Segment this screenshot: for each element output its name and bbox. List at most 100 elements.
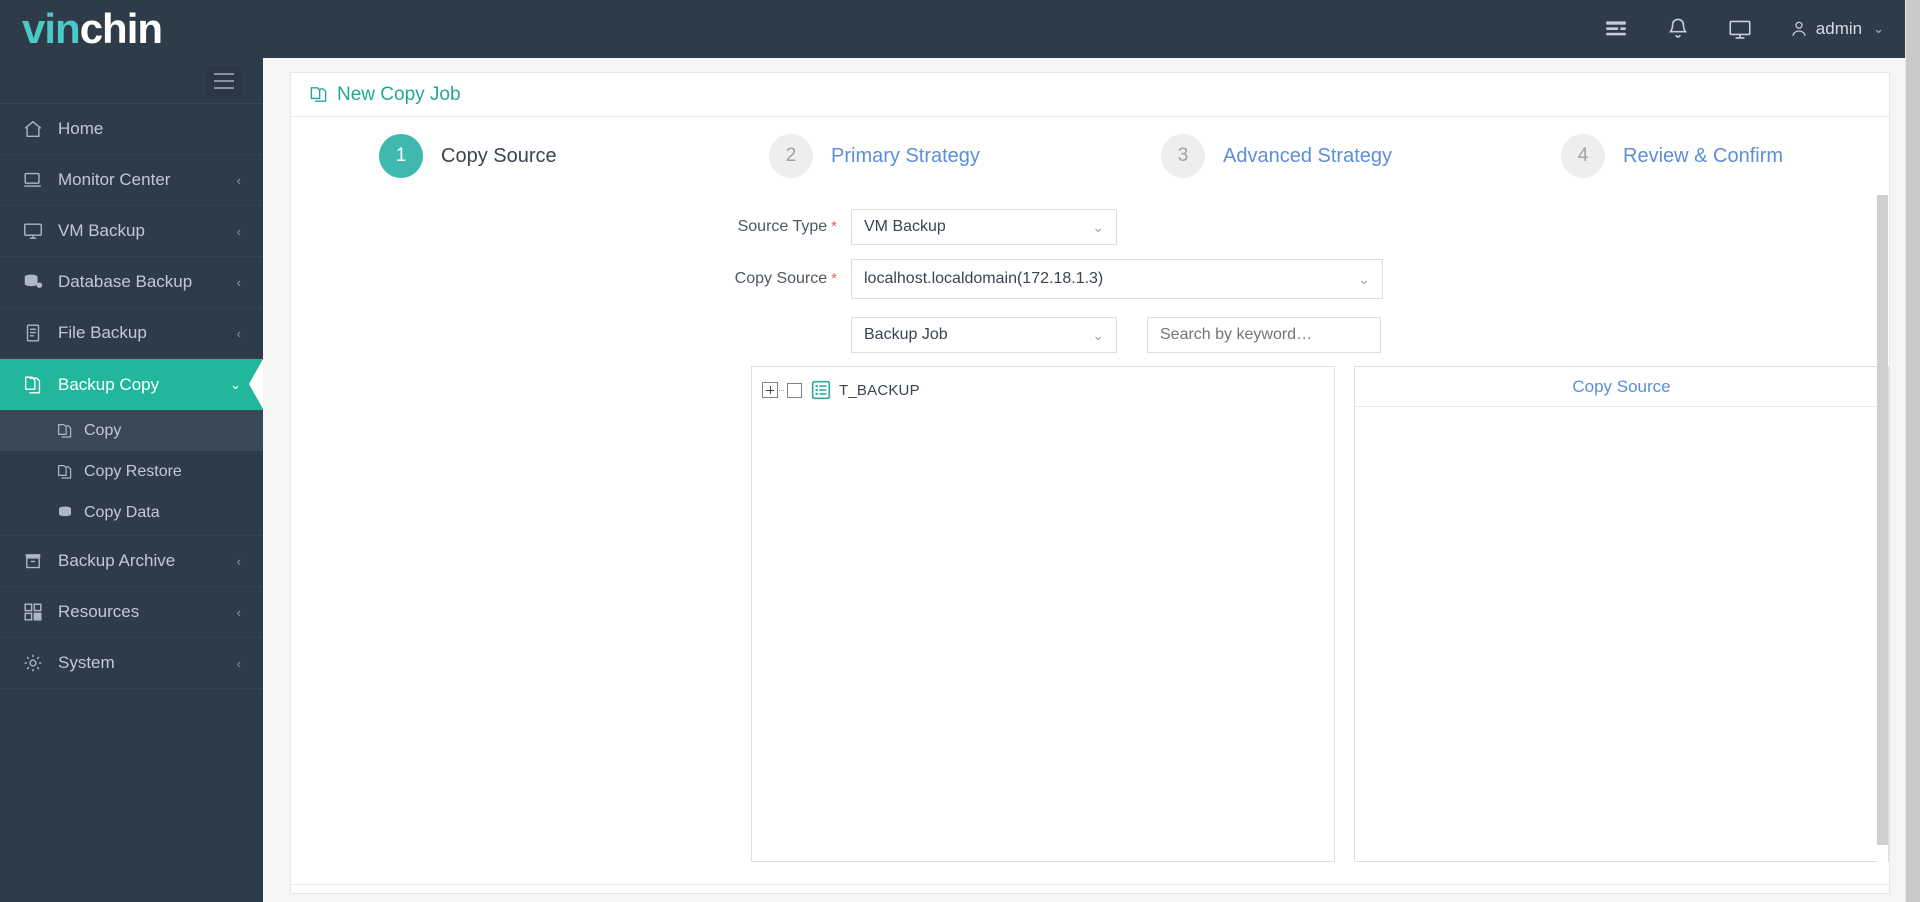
tree-node-label: T_BACKUP <box>839 381 920 399</box>
source-selection-panels: T_BACKUP Copy Source <box>751 366 1889 862</box>
sidebar-item-system[interactable]: System ‹ <box>0 638 263 689</box>
sidebar-item-label: Backup Copy <box>58 374 160 394</box>
sidebar-item-copy-data[interactable]: Copy Data <box>0 492 263 533</box>
step-label: Primary Strategy <box>831 144 980 167</box>
footer-divider <box>291 884 1889 885</box>
file-icon <box>22 322 44 344</box>
required-marker: * <box>831 270 837 287</box>
step-primary-strategy[interactable]: 2 Primary Strategy <box>769 134 1161 178</box>
wizard-stepper: 1 Copy Source 2 Primary Strategy 3 Advan… <box>291 117 1889 195</box>
sidebar-item-label: Backup Archive <box>58 551 176 570</box>
step-advanced-strategy[interactable]: 3 Advanced Strategy <box>1161 134 1561 178</box>
page-title: New Copy Job <box>291 73 1889 117</box>
sidebar-toggle-row <box>0 58 263 104</box>
copy-source-label-text: Copy Source <box>734 270 828 287</box>
chevron-left-icon: ‹ <box>236 553 241 569</box>
step-number: 3 <box>1161 134 1205 178</box>
source-type-label: Source Type * <box>291 218 851 236</box>
sidebar-item-monitor-center[interactable]: Monitor Center ‹ <box>0 155 263 206</box>
step-label: Advanced Strategy <box>1223 144 1392 167</box>
hamburger-icon[interactable] <box>207 65 241 96</box>
page-scrollbar-track[interactable] <box>1905 0 1920 902</box>
chevron-down-icon: ⌄ <box>230 376 241 392</box>
sidebar-item-database-backup[interactable]: Database Backup ‹ <box>0 257 263 308</box>
grid-icon <box>22 601 44 623</box>
display-icon <box>22 220 44 242</box>
selected-panel-body[interactable] <box>1355 407 1888 861</box>
page-title-text: New Copy Job <box>337 83 461 105</box>
selected-panel-title: Copy Source <box>1355 367 1888 407</box>
sidebar-item-label: VM Backup <box>58 221 145 240</box>
page-scrollbar-thumb[interactable] <box>1906 0 1920 902</box>
backup-job-tree[interactable]: T_BACKUP <box>751 366 1335 862</box>
home-icon <box>22 118 44 140</box>
sidebar-item-copy-restore[interactable]: Copy Restore <box>0 451 263 492</box>
job-type-value: Backup Job <box>864 326 948 343</box>
chevron-down-icon: ⌄ <box>1873 21 1884 36</box>
chevron-left-icon: ‹ <box>236 172 241 188</box>
copy-source-label: Copy Source * <box>291 270 851 288</box>
logo-part-vin: vin <box>22 5 81 52</box>
hamburger-bar <box>214 79 234 82</box>
sidebar-item-vm-backup[interactable]: VM Backup ‹ <box>0 206 263 257</box>
copy-source-form: Source Type * VM Backup ⌄ Copy Source * lo… <box>291 197 1889 893</box>
copy-restore-icon <box>56 463 74 481</box>
step-number: 2 <box>769 134 813 178</box>
step-copy-source[interactable]: 1 Copy Source <box>379 134 769 178</box>
logo-part-chin: chin <box>79 5 163 52</box>
step-label: Copy Source <box>441 144 557 167</box>
source-type-control: VM Backup ⌄ <box>851 209 1117 245</box>
source-type-row: Source Type * VM Backup ⌄ <box>291 209 1889 245</box>
user-icon <box>1789 19 1809 39</box>
sidebar-subitem-label: Copy Restore <box>84 462 182 480</box>
step-number: 1 <box>379 134 423 178</box>
panels-row: T_BACKUP Copy Source <box>291 366 1889 862</box>
database-icon <box>22 271 44 293</box>
content-scrollbar-track[interactable] <box>1877 177 1888 867</box>
sidebar-item-label: Resources <box>58 602 140 621</box>
sidebar-item-backup-copy[interactable]: Backup Copy ⌄ <box>0 359 263 410</box>
user-menu[interactable]: admin ⌄ <box>1789 19 1884 39</box>
source-type-select[interactable]: VM Backup ⌄ <box>851 209 1117 245</box>
bell-icon[interactable] <box>1665 16 1691 42</box>
hamburger-bar <box>214 86 234 89</box>
expand-plus-icon[interactable] <box>762 382 778 398</box>
active-indicator-arrow <box>249 359 263 409</box>
step-review-confirm[interactable]: 4 Review & Confirm <box>1561 134 1783 178</box>
user-name-label: admin <box>1815 19 1863 38</box>
top-header-bar: vinchin admin ⌄ <box>0 0 1920 58</box>
chevron-down-icon: ⌄ <box>1092 326 1104 343</box>
sidebar-submenu-backup-copy: Copy Copy Restore Copy Data <box>0 410 263 536</box>
sidebar-item-file-backup[interactable]: File Backup ‹ <box>0 308 263 359</box>
chevron-left-icon: ‹ <box>236 274 241 290</box>
sidebar-item-home[interactable]: Home <box>0 104 263 155</box>
sidebar-item-label: Database Backup <box>58 272 193 291</box>
copy-data-icon <box>56 504 74 522</box>
app-logo[interactable]: vinchin <box>22 5 163 52</box>
sidebar-item-resources[interactable]: Resources ‹ <box>0 587 263 638</box>
copy-source-control: localhost.localdomain(172.18.1.3) ⌄ <box>851 259 1383 299</box>
job-type-select[interactable]: Backup Job ⌄ <box>851 317 1117 353</box>
sidebar-item-copy[interactable]: Copy <box>0 410 263 451</box>
tree-node-t-backup[interactable]: T_BACKUP <box>762 379 1324 401</box>
chevron-left-icon: ‹ <box>236 604 241 620</box>
tasks-icon[interactable] <box>1603 16 1629 42</box>
step-number: 4 <box>1561 134 1605 178</box>
gear-icon <box>22 652 44 674</box>
hamburger-bar <box>214 72 234 75</box>
copy-page-icon <box>56 422 74 440</box>
copy-source-select[interactable]: localhost.localdomain(172.18.1.3) ⌄ <box>851 259 1383 299</box>
monitor-icon[interactable] <box>1727 16 1753 42</box>
chevron-down-icon: ⌄ <box>1358 270 1370 287</box>
sidebar-item-label: Home <box>58 119 104 138</box>
tree-node-checkbox[interactable] <box>787 382 802 398</box>
content-scrollbar-thumb[interactable] <box>1877 195 1888 845</box>
source-type-value: VM Backup <box>864 218 946 235</box>
sidebar: Home Monitor Center ‹ VM Backup ‹ Databa… <box>0 58 263 902</box>
chevron-left-icon: ‹ <box>236 325 241 341</box>
search-input[interactable] <box>1147 317 1381 353</box>
sidebar-item-backup-archive[interactable]: Backup Archive ‹ <box>0 536 263 587</box>
chevron-left-icon: ‹ <box>236 655 241 671</box>
source-type-label-text: Source Type <box>737 218 828 235</box>
sidebar-item-label: Monitor Center <box>58 170 171 189</box>
